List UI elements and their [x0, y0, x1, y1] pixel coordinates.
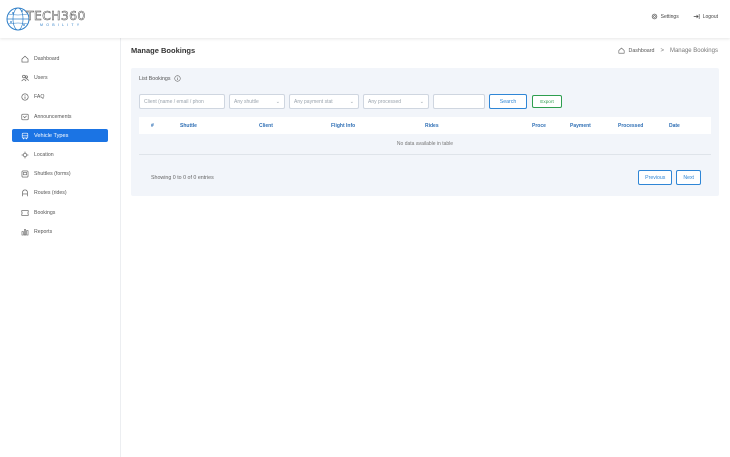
payment-status-select[interactable]: Any payment stat ⌄ [289, 94, 359, 109]
sidebar-item-routes[interactable]: Routes (rides) [0, 184, 120, 203]
announcement-icon [21, 113, 29, 120]
logo-subtext: MOBILITY [40, 22, 83, 27]
info-icon[interactable] [173, 75, 181, 82]
column-header[interactable]: Proce [532, 123, 546, 129]
filter-bar: Client (name / email / phon Any shuttle … [139, 94, 562, 109]
settings-link[interactable]: Settings [651, 13, 679, 20]
sidebar-item-reports[interactable]: Reports [0, 222, 120, 241]
bookings-table: # Shuttle Client Flight Info Rides Proce… [139, 117, 711, 155]
logout-label: Logout [702, 13, 718, 20]
column-header[interactable]: Flight Info [331, 123, 355, 129]
chevron-down-icon: ⌄ [349, 98, 354, 105]
shuttle-icon [21, 170, 29, 178]
column-header[interactable]: Payment [570, 123, 591, 129]
logo[interactable]: TECH360 MOBILITY [6, 5, 86, 33]
breadcrumb: Dashboard > Manage Bookings [618, 47, 718, 54]
settings-label: Settings [660, 13, 679, 20]
sidebar-item-bookings[interactable]: Bookings [0, 203, 120, 222]
sidebar-item-label: Vehicle Types [34, 132, 69, 139]
home-icon [21, 55, 29, 63]
column-header[interactable]: Shuttle [180, 123, 197, 129]
page-title: Manage Bookings [131, 46, 196, 55]
search-button[interactable]: Search [489, 94, 527, 109]
main-content: Manage Bookings Dashboard > Manage Booki… [121, 38, 730, 457]
column-header[interactable]: Rides [425, 123, 439, 129]
routes-icon [22, 190, 28, 197]
pagination: Previous Next [638, 170, 701, 185]
bookings-icon [21, 209, 29, 216]
breadcrumb-separator: > [660, 47, 664, 54]
sidebar-item-vehicle-types[interactable]: Vehicle Types [12, 129, 108, 143]
sidebar-item-label: Location [34, 151, 54, 158]
sidebar-item-label: Announcements [34, 113, 72, 120]
sidebar-item-location[interactable]: Location [0, 145, 120, 164]
export-button[interactable]: Export [532, 95, 562, 108]
bookings-panel: List Bookings Client (name / email / pho… [131, 68, 719, 196]
empty-table-text: No data available in table [396, 141, 454, 147]
vehicle-icon [21, 132, 29, 139]
date-input[interactable] [433, 94, 485, 109]
sidebar-item-label: Users [34, 74, 48, 81]
logout-link[interactable]: Logout [693, 13, 718, 20]
chevron-down-icon: ⌄ [275, 98, 280, 105]
breadcrumb-home[interactable]: Dashboard [629, 48, 655, 54]
sidebar: Dashboard Users FAQ Announcements Vehicl… [0, 38, 121, 457]
previous-page-button[interactable]: Previous [638, 170, 673, 185]
sidebar-nav: Dashboard Users FAQ Announcements Vehicl… [0, 38, 120, 242]
panel-title: List Bookings [139, 75, 181, 82]
chevron-down-icon: ⌄ [419, 98, 424, 105]
client-search-placeholder: Client (name / email / phon [144, 98, 204, 105]
logout-icon [693, 14, 700, 19]
sidebar-item-label: FAQ [34, 94, 45, 101]
column-header[interactable]: Client [259, 123, 273, 129]
users-icon [21, 74, 29, 82]
reports-icon [21, 229, 29, 236]
processed-select[interactable]: Any processed ⌄ [363, 94, 429, 109]
sidebar-item-label: Shuttles (forms) [34, 171, 71, 178]
table-empty-row: No data available in table [139, 134, 711, 155]
sidebar-item-faq[interactable]: FAQ [0, 88, 120, 107]
panel-title-label: List Bookings [139, 75, 171, 82]
client-search-input[interactable]: Client (name / email / phon [139, 94, 225, 109]
logo-text: TECH360 [26, 8, 86, 24]
shuttle-select-value: Any shuttle [234, 98, 259, 105]
processed-select-value: Any processed [368, 98, 402, 105]
sidebar-item-label: Bookings [34, 209, 56, 216]
sidebar-item-label: Reports [34, 229, 53, 236]
table-info: Showing 0 to 0 of 0 entries [151, 175, 214, 181]
column-header[interactable]: Processed [618, 123, 643, 129]
gear-icon [651, 13, 657, 20]
column-header[interactable]: Date [669, 123, 680, 129]
sidebar-item-announcements[interactable]: Announcements [0, 107, 120, 126]
sidebar-item-users[interactable]: Users [0, 68, 120, 87]
top-bar: TECH360 MOBILITY Settings Logout [0, 0, 730, 38]
location-icon [21, 151, 29, 159]
breadcrumb-current: Manage Bookings [669, 47, 718, 54]
next-page-button[interactable]: Next [676, 170, 701, 185]
sidebar-item-shuttles[interactable]: Shuttles (forms) [0, 164, 120, 183]
home-icon [618, 47, 624, 54]
sidebar-item-label: Dashboard [34, 55, 60, 62]
shuttle-select[interactable]: Any shuttle ⌄ [229, 94, 285, 109]
payment-select-value: Any payment stat [294, 98, 333, 105]
column-header[interactable]: # [151, 123, 154, 129]
info-icon [21, 93, 29, 101]
sidebar-item-dashboard[interactable]: Dashboard [0, 49, 120, 68]
table-header: # Shuttle Client Flight Info Rides Proce… [139, 117, 711, 134]
sidebar-item-label: Routes (rides) [34, 190, 67, 197]
